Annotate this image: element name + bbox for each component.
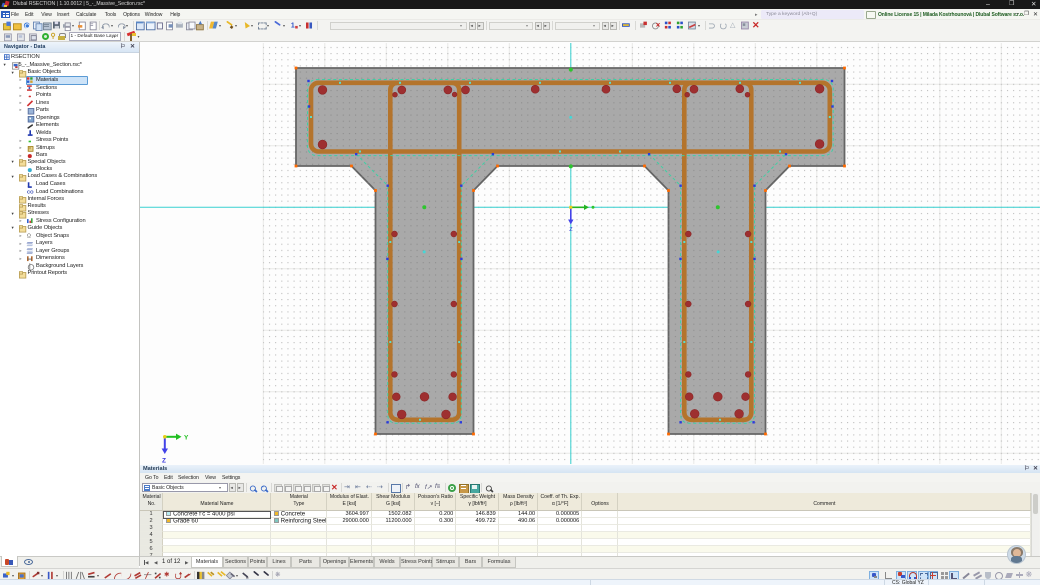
svg-text:Z: Z xyxy=(162,458,166,465)
svg-text:Y: Y xyxy=(184,435,189,442)
